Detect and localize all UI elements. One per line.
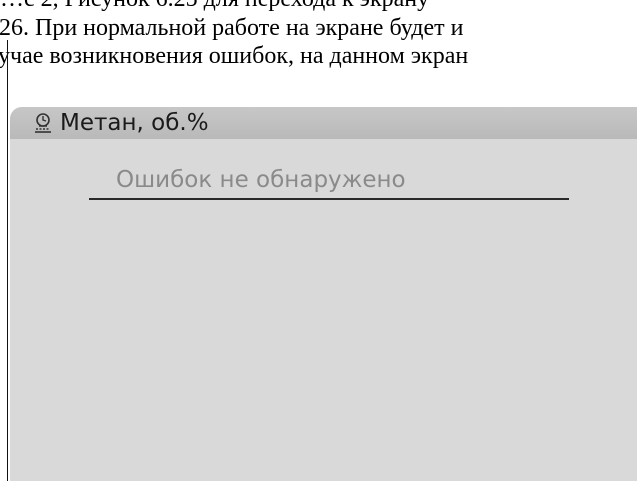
document-text-line-2: учае возникновения ошибок, на данном экр… xyxy=(0,43,469,69)
status-underline xyxy=(89,198,569,200)
screen-header: Метан, об.% xyxy=(10,107,637,139)
gas-sensor-icon xyxy=(32,111,54,135)
figure-frame-border xyxy=(7,40,8,481)
document-text-line-0: …с 2, Рисунок 6.25 для перехода к экрану xyxy=(0,0,429,13)
status-message: Ошибок не обнаружено xyxy=(116,167,406,193)
screen-title: Метан, об.% xyxy=(60,110,209,136)
document-text-line-1: 26. При нормальной работе на экране буде… xyxy=(0,15,464,41)
device-screen: Метан, об.% Ошибок не обнаружено xyxy=(10,107,637,481)
